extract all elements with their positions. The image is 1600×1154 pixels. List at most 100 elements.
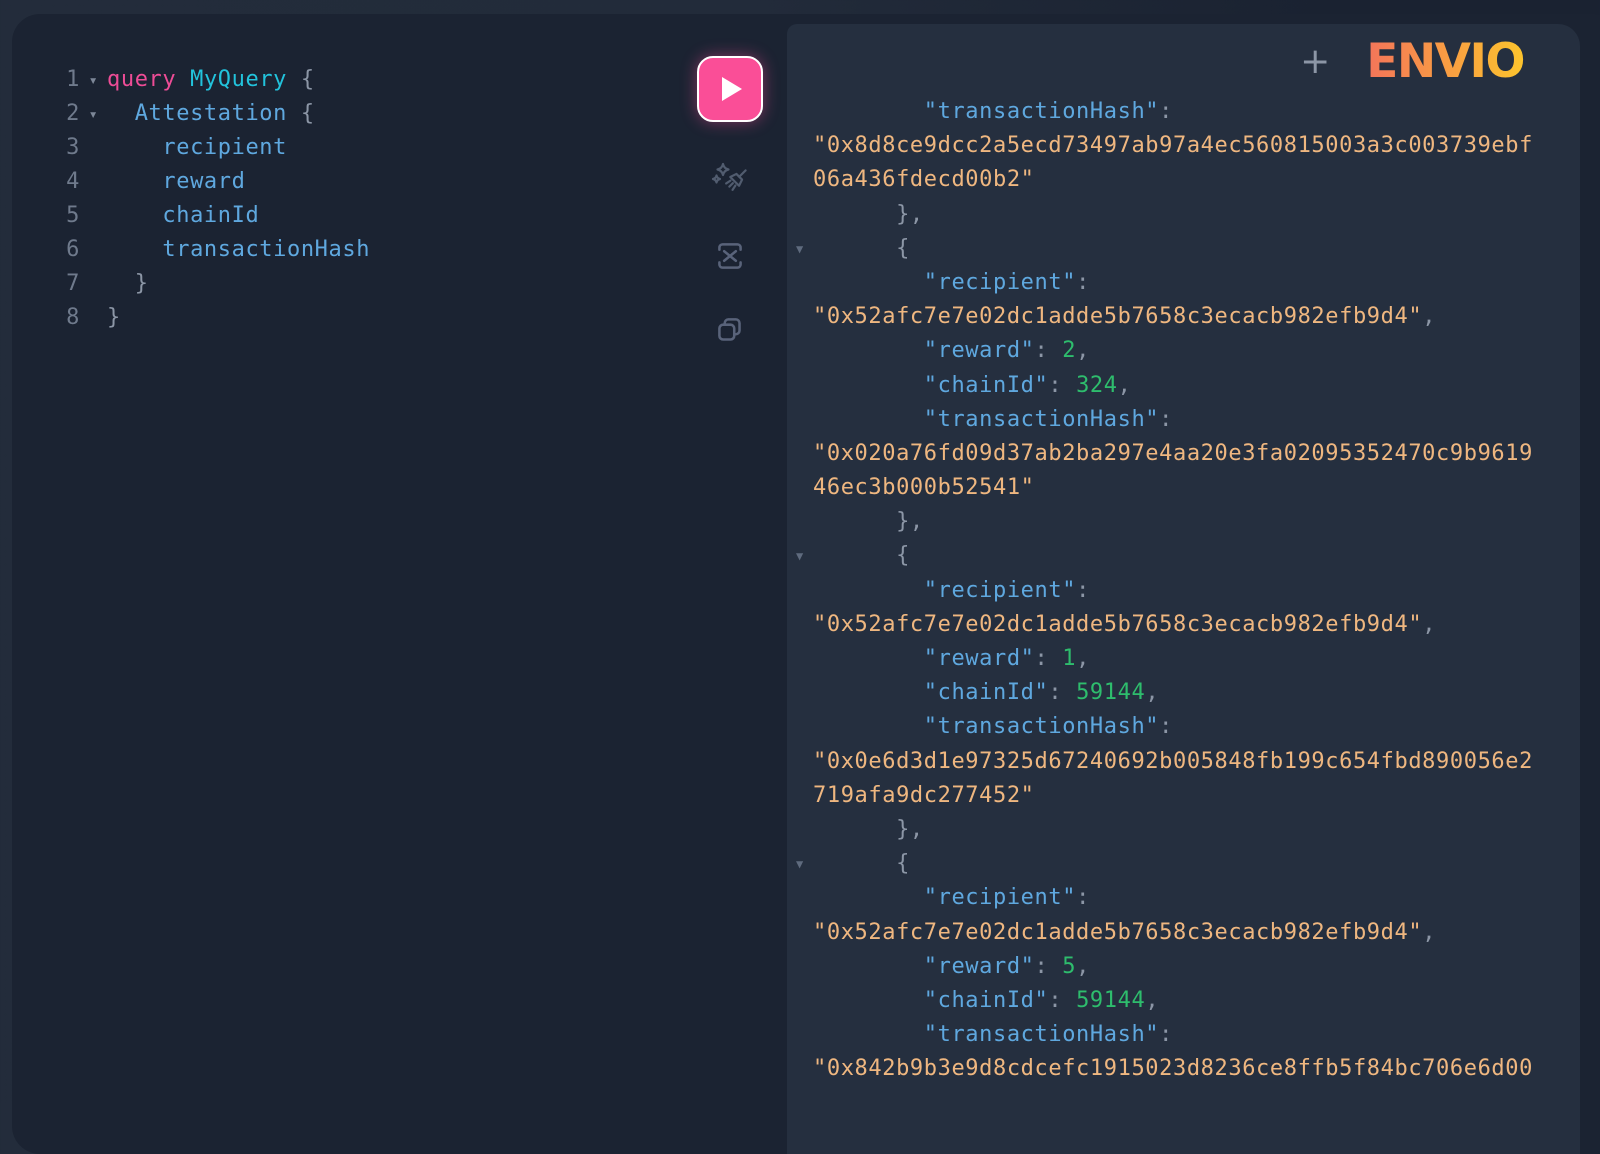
editor-code[interactable]: recipient [107, 131, 287, 165]
token-fld: recipient [162, 135, 287, 160]
response-code: "transactionHash": [813, 1022, 1173, 1047]
token-sp [813, 817, 896, 842]
line-number: 4 [12, 165, 80, 199]
token-num: 5 [1062, 954, 1076, 979]
merge-fragments-icon [712, 238, 748, 274]
editor-line[interactable]: 7 } [12, 267, 787, 301]
token-pu: : [1048, 988, 1076, 1013]
response-code: "chainId": 59144, [813, 680, 1159, 705]
fold-arrow-icon[interactable]: ▼ [796, 232, 803, 266]
response-line: 46ec3b000b52541" [813, 471, 1580, 505]
token-pu: : [1035, 954, 1063, 979]
token-kw: query [107, 67, 176, 92]
fold-gutter [80, 165, 107, 199]
token-str: "0x0e6d3d1e97325d67240692b005848fb199c65… [813, 749, 1533, 774]
token-pu: { [896, 851, 910, 876]
line-number: 3 [12, 131, 80, 165]
token-pu: , [1422, 920, 1436, 945]
merge-fragments-button[interactable] [712, 238, 748, 274]
response-line: "reward": 1, [813, 642, 1580, 676]
token-pu: , [1145, 988, 1159, 1013]
response-line: "transactionHash": [813, 1018, 1580, 1052]
editor-code[interactable]: reward [107, 165, 245, 199]
token-sp [813, 338, 924, 363]
line-number: 2 [12, 97, 80, 131]
token-sp [813, 202, 896, 227]
response-code: }, [813, 817, 924, 842]
token-pu: { [896, 543, 910, 568]
fold-arrow-icon[interactable]: ▼ [796, 539, 803, 573]
response-code: "0x0e6d3d1e97325d67240692b005848fb199c65… [813, 749, 1533, 774]
response-line: "chainId": 324, [813, 369, 1580, 403]
fold-gutter [80, 267, 107, 301]
token-pu: , [1422, 612, 1436, 637]
response-line: "chainId": 59144, [813, 676, 1580, 710]
token-pu: , [1076, 646, 1090, 671]
editor-line[interactable]: 3 recipient [12, 131, 787, 165]
editor-line[interactable]: 5 chainId [12, 199, 787, 233]
token-key: "transactionHash" [924, 99, 1159, 124]
editor-code[interactable]: Attestation { [107, 97, 315, 131]
token-key: "chainId" [924, 680, 1049, 705]
response-line: "recipient": [813, 881, 1580, 915]
response-code: 46ec3b000b52541" [813, 475, 1035, 500]
token-fld: Attestation [135, 101, 287, 126]
token-key: "recipient" [924, 885, 1076, 910]
token-key: "reward" [924, 338, 1035, 363]
response-code: { [813, 851, 910, 876]
token-str: "0x52afc7e7e02dc1adde5b7658c3ecacb982efb… [813, 304, 1422, 329]
editor-line[interactable]: 1▾query MyQuery { [12, 63, 787, 97]
response-line: 719afa9dc277452" [813, 779, 1580, 813]
response-code: "0x020a76fd09d37ab2ba297e4aa20e3fa020953… [813, 441, 1533, 466]
token-pu: : [1048, 680, 1076, 705]
token-key: "transactionHash" [924, 714, 1159, 739]
editor-code[interactable]: query MyQuery { [107, 63, 315, 97]
response-code: "0x8d8ce9dcc2a5ecd73497ab97a4ec560815003… [813, 133, 1533, 158]
token-key: "recipient" [924, 578, 1076, 603]
fold-arrow-icon[interactable]: ▼ [796, 847, 803, 881]
editor-line[interactable]: 4 reward [12, 165, 787, 199]
token-pu: : [1035, 646, 1063, 671]
response-line: ▼ { [813, 232, 1580, 266]
editor-code[interactable]: transactionHash [107, 233, 370, 267]
token-num: 324 [1076, 373, 1118, 398]
token-pu: : [1048, 373, 1076, 398]
editor-line[interactable]: 2▾ Attestation { [12, 97, 787, 131]
line-number: 8 [12, 301, 80, 335]
token-pu: : [1159, 99, 1173, 124]
fold-arrow-icon[interactable]: ▾ [80, 97, 107, 131]
copy-query-button[interactable] [712, 312, 748, 348]
editor-line[interactable]: 8} [12, 301, 787, 335]
token-key: "recipient" [924, 270, 1076, 295]
query-editor-pane[interactable]: 1▾query MyQuery {2▾ Attestation {3 recip… [12, 14, 787, 1154]
token-sp [107, 237, 162, 262]
fold-arrow-icon[interactable]: ▾ [80, 63, 107, 97]
line-number: 1 [12, 63, 80, 97]
token-str: "0x52afc7e7e02dc1adde5b7658c3ecacb982efb… [813, 612, 1422, 637]
editor-toolbar [697, 56, 763, 348]
response-line: "recipient": [813, 574, 1580, 608]
token-sp [813, 373, 924, 398]
response-line: "recipient": [813, 266, 1580, 300]
editor-line[interactable]: 6 transactionHash [12, 233, 787, 267]
token-sp [107, 101, 135, 126]
add-tab-button[interactable]: + [1300, 44, 1330, 80]
token-pu: { [896, 236, 910, 261]
editor-code[interactable]: } [107, 301, 121, 335]
response-code: "0x842b9b3e9d8cdcefc1915023d8236ce8ffb5f… [813, 1056, 1533, 1081]
editor-code[interactable]: chainId [107, 199, 259, 233]
editor-code[interactable]: } [107, 267, 149, 301]
token-sp [107, 271, 135, 296]
token-pu: { [287, 101, 315, 126]
envio-logo[interactable]: ENVIO [1366, 38, 1524, 85]
response-line: "transactionHash": [813, 710, 1580, 744]
response-code: }, [813, 202, 924, 227]
query-editor[interactable]: 1▾query MyQuery {2▾ Attestation {3 recip… [12, 14, 787, 335]
token-sp [813, 270, 924, 295]
token-str: "0x52afc7e7e02dc1adde5b7658c3ecacb982efb… [813, 920, 1422, 945]
response-code: 06a436fdecd00b2" [813, 167, 1035, 192]
token-sp [813, 407, 924, 432]
execute-query-button[interactable] [697, 56, 763, 122]
token-key: "transactionHash" [924, 1022, 1159, 1047]
prettify-query-button[interactable] [710, 160, 750, 200]
